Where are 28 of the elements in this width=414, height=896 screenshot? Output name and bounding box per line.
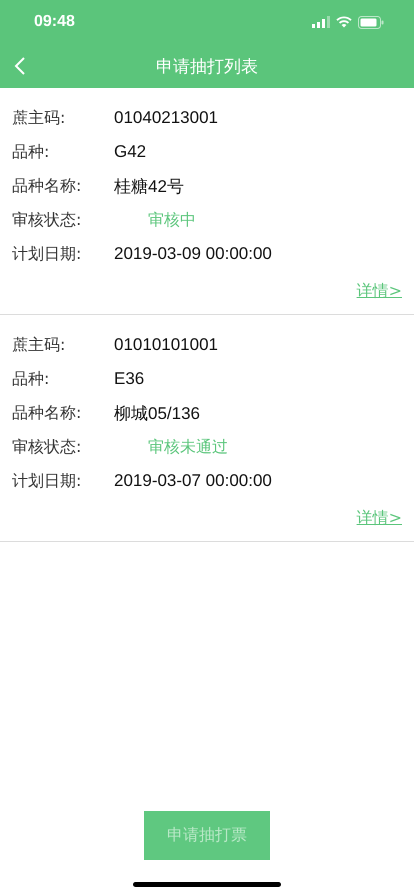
field-label: 品种:	[12, 142, 50, 162]
field-label: 蔗主码:	[12, 334, 66, 356]
field-value: 01010101001	[114, 335, 218, 355]
field-label: 品种:	[12, 368, 50, 390]
back-icon	[14, 56, 26, 76]
field-label: 品种名称:	[12, 176, 82, 196]
details-link[interactable]: 详情>	[356, 281, 402, 302]
signal-icon	[312, 16, 330, 28]
status-time: 09:48	[34, 13, 75, 31]
field-label: 审核状态:	[12, 436, 82, 458]
field-label: 计划日期:	[12, 244, 82, 264]
wifi-icon	[336, 16, 352, 28]
details-link[interactable]: 详情>	[356, 508, 402, 529]
field-label: 品种名称:	[12, 402, 82, 424]
status-value: 审核中	[147, 208, 197, 230]
field-value: 2019-03-07 00:00:00	[114, 471, 272, 491]
field-value: G42	[114, 142, 146, 162]
field-value: E36	[114, 369, 144, 389]
field-value: 01040213001	[114, 108, 218, 128]
field-label: 蔗主码:	[12, 108, 66, 128]
battery-icon	[358, 16, 384, 28]
field-label: 计划日期:	[12, 470, 82, 492]
page-title: 申请抽打列表	[156, 56, 258, 78]
field-value: 柳城05/136	[114, 402, 200, 424]
field-label: 审核状态:	[12, 210, 82, 230]
status-value: 审核未通过	[147, 436, 229, 458]
field-value: 2019-03-09 00:00:00	[114, 244, 272, 264]
field-value: 桂糖42号	[114, 176, 184, 198]
